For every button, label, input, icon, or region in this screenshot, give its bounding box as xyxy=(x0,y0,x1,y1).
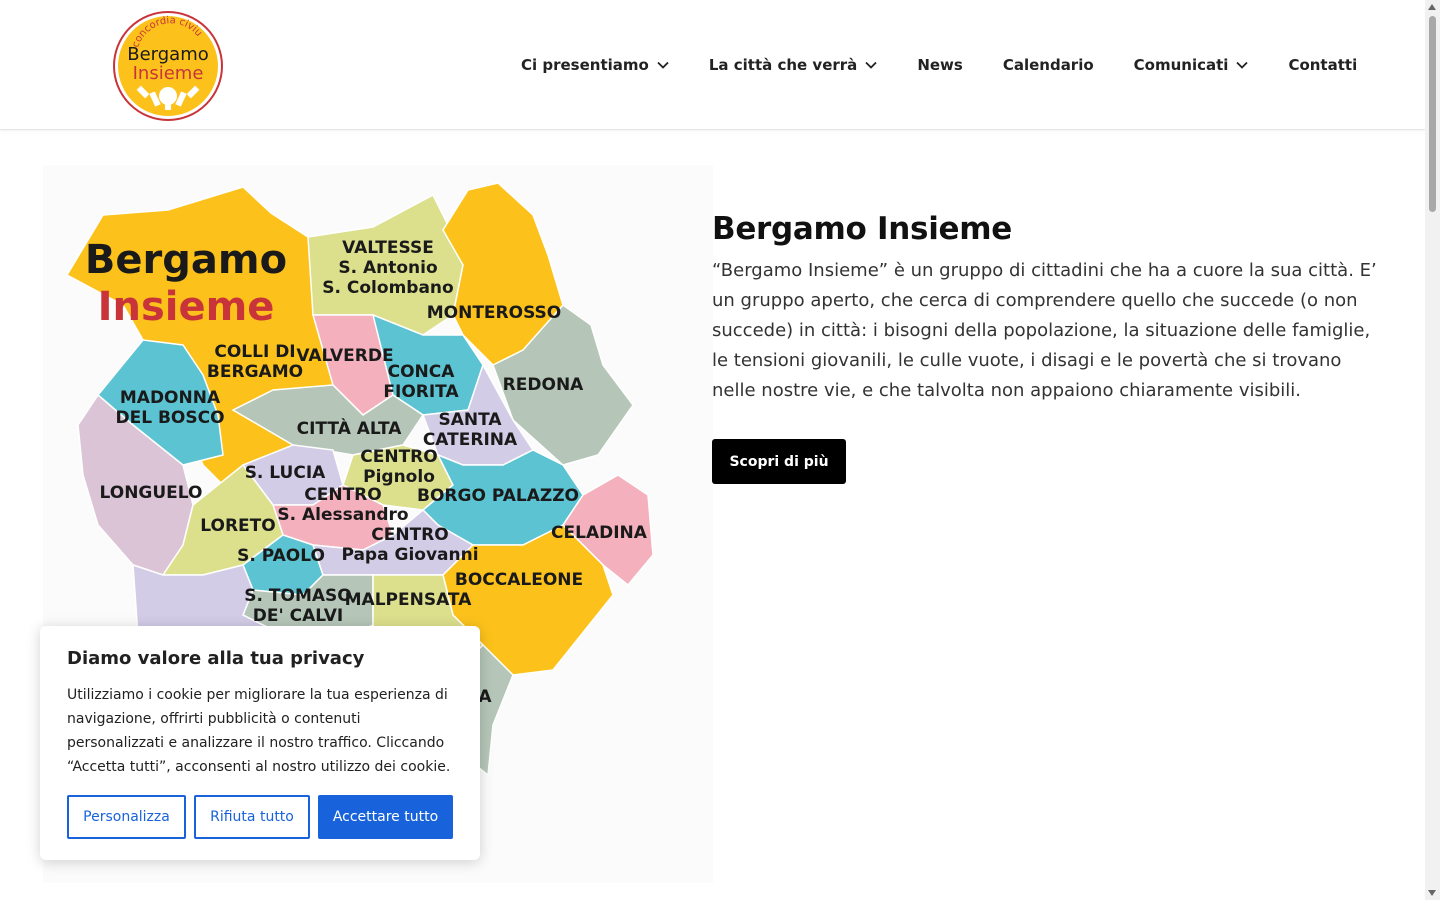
main-nav: Ci presentiamo La città che verrà News C… xyxy=(521,52,1357,78)
cookie-customize-button[interactable]: Personalizza xyxy=(67,795,186,839)
scroll-up-arrow-icon[interactable] xyxy=(1428,4,1436,10)
nav-label: La città che verrà xyxy=(708,56,858,74)
intro-paragraph: “Bergamo Insieme” è un gruppo di cittadi… xyxy=(712,260,1377,401)
nav-label: Comunicati xyxy=(1133,56,1229,74)
nav-label: Calendario xyxy=(1002,56,1094,74)
cookie-consent-banner: Diamo valore alla tua privacy Utilizziam… xyxy=(40,626,480,860)
map-label: A xyxy=(478,687,492,707)
map-label: MADONNA xyxy=(120,388,221,408)
map-label: Pignolo xyxy=(363,467,435,487)
map-label: S. Antonio xyxy=(338,258,437,278)
cookie-reject-button[interactable]: Rifiuta tutto xyxy=(194,795,310,839)
map-title-line1: Bergamo xyxy=(85,237,287,283)
nav-label: Contatti xyxy=(1288,56,1358,74)
map-label: MALPENSATA xyxy=(345,590,473,610)
page-title: Bergamo Insieme xyxy=(712,210,1012,247)
map-label: BERGAMO xyxy=(207,362,303,382)
logo-sun-icon: concordia civium Bergamo Insieme xyxy=(107,2,223,121)
cookie-text: Utilizziamo i cookie per migliorare la t… xyxy=(67,687,451,775)
map-label: LONGUELO xyxy=(100,483,203,503)
map-label: Papa Giovanni xyxy=(341,545,478,565)
map-label: CENTRO xyxy=(371,525,448,545)
map-label: FIORITA xyxy=(383,382,459,402)
nav-item-calendario[interactable]: Calendario xyxy=(1003,56,1094,74)
cookie-title: Diamo valore alla tua privacy xyxy=(67,648,365,669)
site-logo[interactable]: concordia civium Bergamo Insieme xyxy=(107,2,224,122)
map-label: CENTRO xyxy=(360,447,437,467)
cookie-accept-button[interactable]: Accettare tutto xyxy=(318,795,453,839)
nav-item-contatti[interactable]: Contatti xyxy=(1288,56,1357,74)
logo-name-line2: Insieme xyxy=(133,63,204,84)
map-label: VALVERDE xyxy=(296,346,393,366)
map-label: MONTEROSSO xyxy=(427,303,562,323)
map-label: S. LUCIA xyxy=(245,463,326,483)
map-title-line2: Insieme xyxy=(98,284,275,330)
site-header: concordia civium Bergamo Insieme Ci pres… xyxy=(0,0,1425,130)
nav-item-la-citta-che-verra[interactable]: La città che verrà xyxy=(709,56,877,74)
map-label: S. TOMASO xyxy=(244,586,351,606)
scroll-down-arrow-icon[interactable] xyxy=(1428,890,1436,896)
logo-name-line1: Bergamo xyxy=(127,44,209,65)
map-label: LORETO xyxy=(200,516,275,536)
discover-more-button[interactable]: Scopri di più xyxy=(712,439,846,484)
map-label: BOCCALEONE xyxy=(455,570,583,590)
map-label: REDONA xyxy=(503,375,584,395)
map-label: DEL BOSCO xyxy=(115,408,224,428)
map-label: CENTRO xyxy=(304,485,381,505)
cookie-buttons: Personalizza Rifiuta tutto Accettare tut… xyxy=(67,795,453,839)
map-label: CITTÀ ALTA xyxy=(297,417,403,439)
chevron-down-icon xyxy=(657,59,669,71)
map-label: VALTESSE xyxy=(342,238,434,258)
map-label: DE' CALVI xyxy=(253,606,343,626)
chevron-down-icon xyxy=(865,59,877,71)
nav-item-comunicati[interactable]: Comunicati xyxy=(1134,56,1249,74)
map-label: BORGO PALAZZO xyxy=(417,486,579,506)
map-label: S. Alessandro xyxy=(277,505,408,525)
map-label: CELADINA xyxy=(551,523,648,543)
map-label: S. Colombano xyxy=(322,278,453,298)
nav-item-news[interactable]: News xyxy=(917,56,963,74)
nav-item-ci-presentiamo[interactable]: Ci presentiamo xyxy=(521,56,669,74)
map-label: S. PAOLO xyxy=(237,546,325,566)
chevron-down-icon xyxy=(1236,59,1249,71)
page-scrollbar[interactable] xyxy=(1425,0,1440,900)
nav-label: News xyxy=(917,56,963,74)
map-label: CONCA xyxy=(388,362,456,382)
scrollbar-thumb[interactable] xyxy=(1429,16,1436,212)
map-label: COLLI DI xyxy=(214,342,295,362)
map-label: SANTA xyxy=(438,410,502,430)
nav-label: Ci presentiamo xyxy=(521,56,649,74)
